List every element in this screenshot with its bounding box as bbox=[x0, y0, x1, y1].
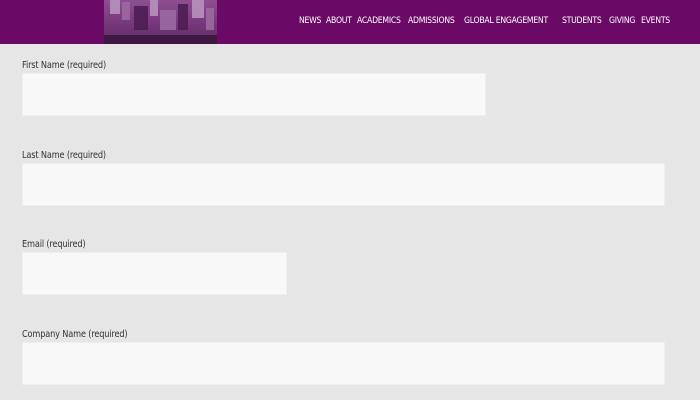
last-name-label: Last Name (required) bbox=[22, 150, 106, 161]
email-label: Email (required) bbox=[22, 239, 86, 250]
nav-events[interactable]: EVENTS bbox=[641, 16, 670, 26]
nav-admissions[interactable]: ADMISSIONS bbox=[408, 16, 455, 26]
nav-news[interactable]: NEWS bbox=[299, 16, 321, 26]
site-header: NEWS ABOUT ACADEMICS ADMISSIONS GLOBAL E… bbox=[0, 0, 700, 44]
main-nav: NEWS ABOUT ACADEMICS ADMISSIONS GLOBAL E… bbox=[299, 13, 670, 29]
email-field[interactable] bbox=[22, 252, 287, 295]
first-name-label: First Name (required) bbox=[22, 60, 106, 71]
nav-global-engagement[interactable]: GLOBAL ENGAGEMENT bbox=[464, 16, 548, 26]
nav-giving[interactable]: GIVING bbox=[609, 16, 635, 26]
company-name-field[interactable] bbox=[22, 342, 665, 385]
first-name-field[interactable] bbox=[22, 73, 486, 116]
last-name-field[interactable] bbox=[22, 163, 665, 206]
nav-students[interactable]: STUDENTS bbox=[562, 16, 602, 26]
nav-about[interactable]: ABOUT bbox=[326, 16, 352, 26]
campus-photo bbox=[104, 0, 217, 44]
nav-academics[interactable]: ACADEMICS bbox=[357, 16, 401, 26]
company-name-label: Company Name (required) bbox=[22, 329, 128, 340]
